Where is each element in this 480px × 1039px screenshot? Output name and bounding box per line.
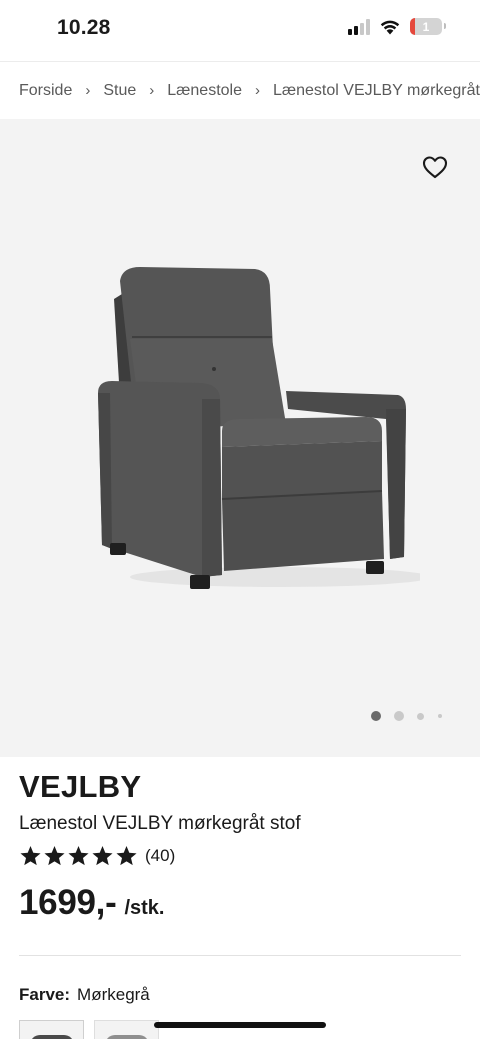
color-selector-label: Farve: Mørkegrå [19, 985, 150, 1005]
wifi-icon [380, 20, 400, 35]
star-icon [20, 845, 41, 866]
color-swatches [19, 1020, 159, 1039]
star-icon [116, 845, 137, 866]
cellular-signal-icon [348, 18, 370, 35]
price-row: 1699,- /stk. [19, 883, 164, 923]
product-image-recliner [98, 267, 420, 589]
product-rating[interactable]: (40) [19, 845, 175, 867]
gallery-dot[interactable] [438, 714, 442, 718]
breadcrumb-item-forside[interactable]: Forside [19, 82, 72, 100]
breadcrumb-item-current: Lænestol VEJLBY mørkegråt [273, 81, 480, 99]
divider [19, 955, 461, 956]
heart-outline-icon[interactable] [422, 155, 448, 179]
star-icon [44, 845, 65, 866]
gallery-dot-active[interactable] [371, 711, 381, 721]
rating-stars [19, 845, 138, 867]
product-image-gallery[interactable] [0, 119, 480, 757]
price-unit: /stk. [124, 897, 165, 919]
status-icons: 1 [348, 18, 446, 35]
breadcrumb: Forside › Stue › Lænestole › Lænestol VE… [0, 61, 480, 119]
status-bar: 10.28 1 [0, 0, 480, 60]
star-icon [68, 845, 89, 866]
color-swatch-light-grey[interactable] [94, 1020, 159, 1039]
status-time: 10.28 [57, 16, 111, 39]
color-value: Mørkegrå [77, 985, 150, 1004]
battery-label: 1 [422, 19, 430, 34]
breadcrumb-item-laenestole[interactable]: Lænestole [167, 82, 242, 100]
breadcrumb-item-stue[interactable]: Stue [103, 82, 136, 100]
product-brand: VEJLBY [19, 769, 142, 804]
gallery-dot[interactable] [394, 711, 404, 721]
breadcrumb-separator-icon: › [149, 82, 155, 99]
star-icon [92, 845, 113, 866]
breadcrumb-separator-icon: › [255, 82, 260, 99]
home-indicator [154, 1022, 326, 1028]
color-label: Farve: [19, 985, 71, 1004]
review-count: (40) [145, 846, 176, 865]
color-swatch-dark-grey[interactable] [19, 1020, 84, 1039]
gallery-dot[interactable] [417, 712, 424, 720]
breadcrumb-separator-icon: › [85, 82, 91, 99]
battery-icon: 1 [410, 18, 446, 35]
product-price: 1699,- [19, 883, 117, 922]
product-subtitle: Lænestol VEJLBY mørkegråt stof [19, 813, 301, 834]
gallery-pagination [371, 711, 442, 721]
